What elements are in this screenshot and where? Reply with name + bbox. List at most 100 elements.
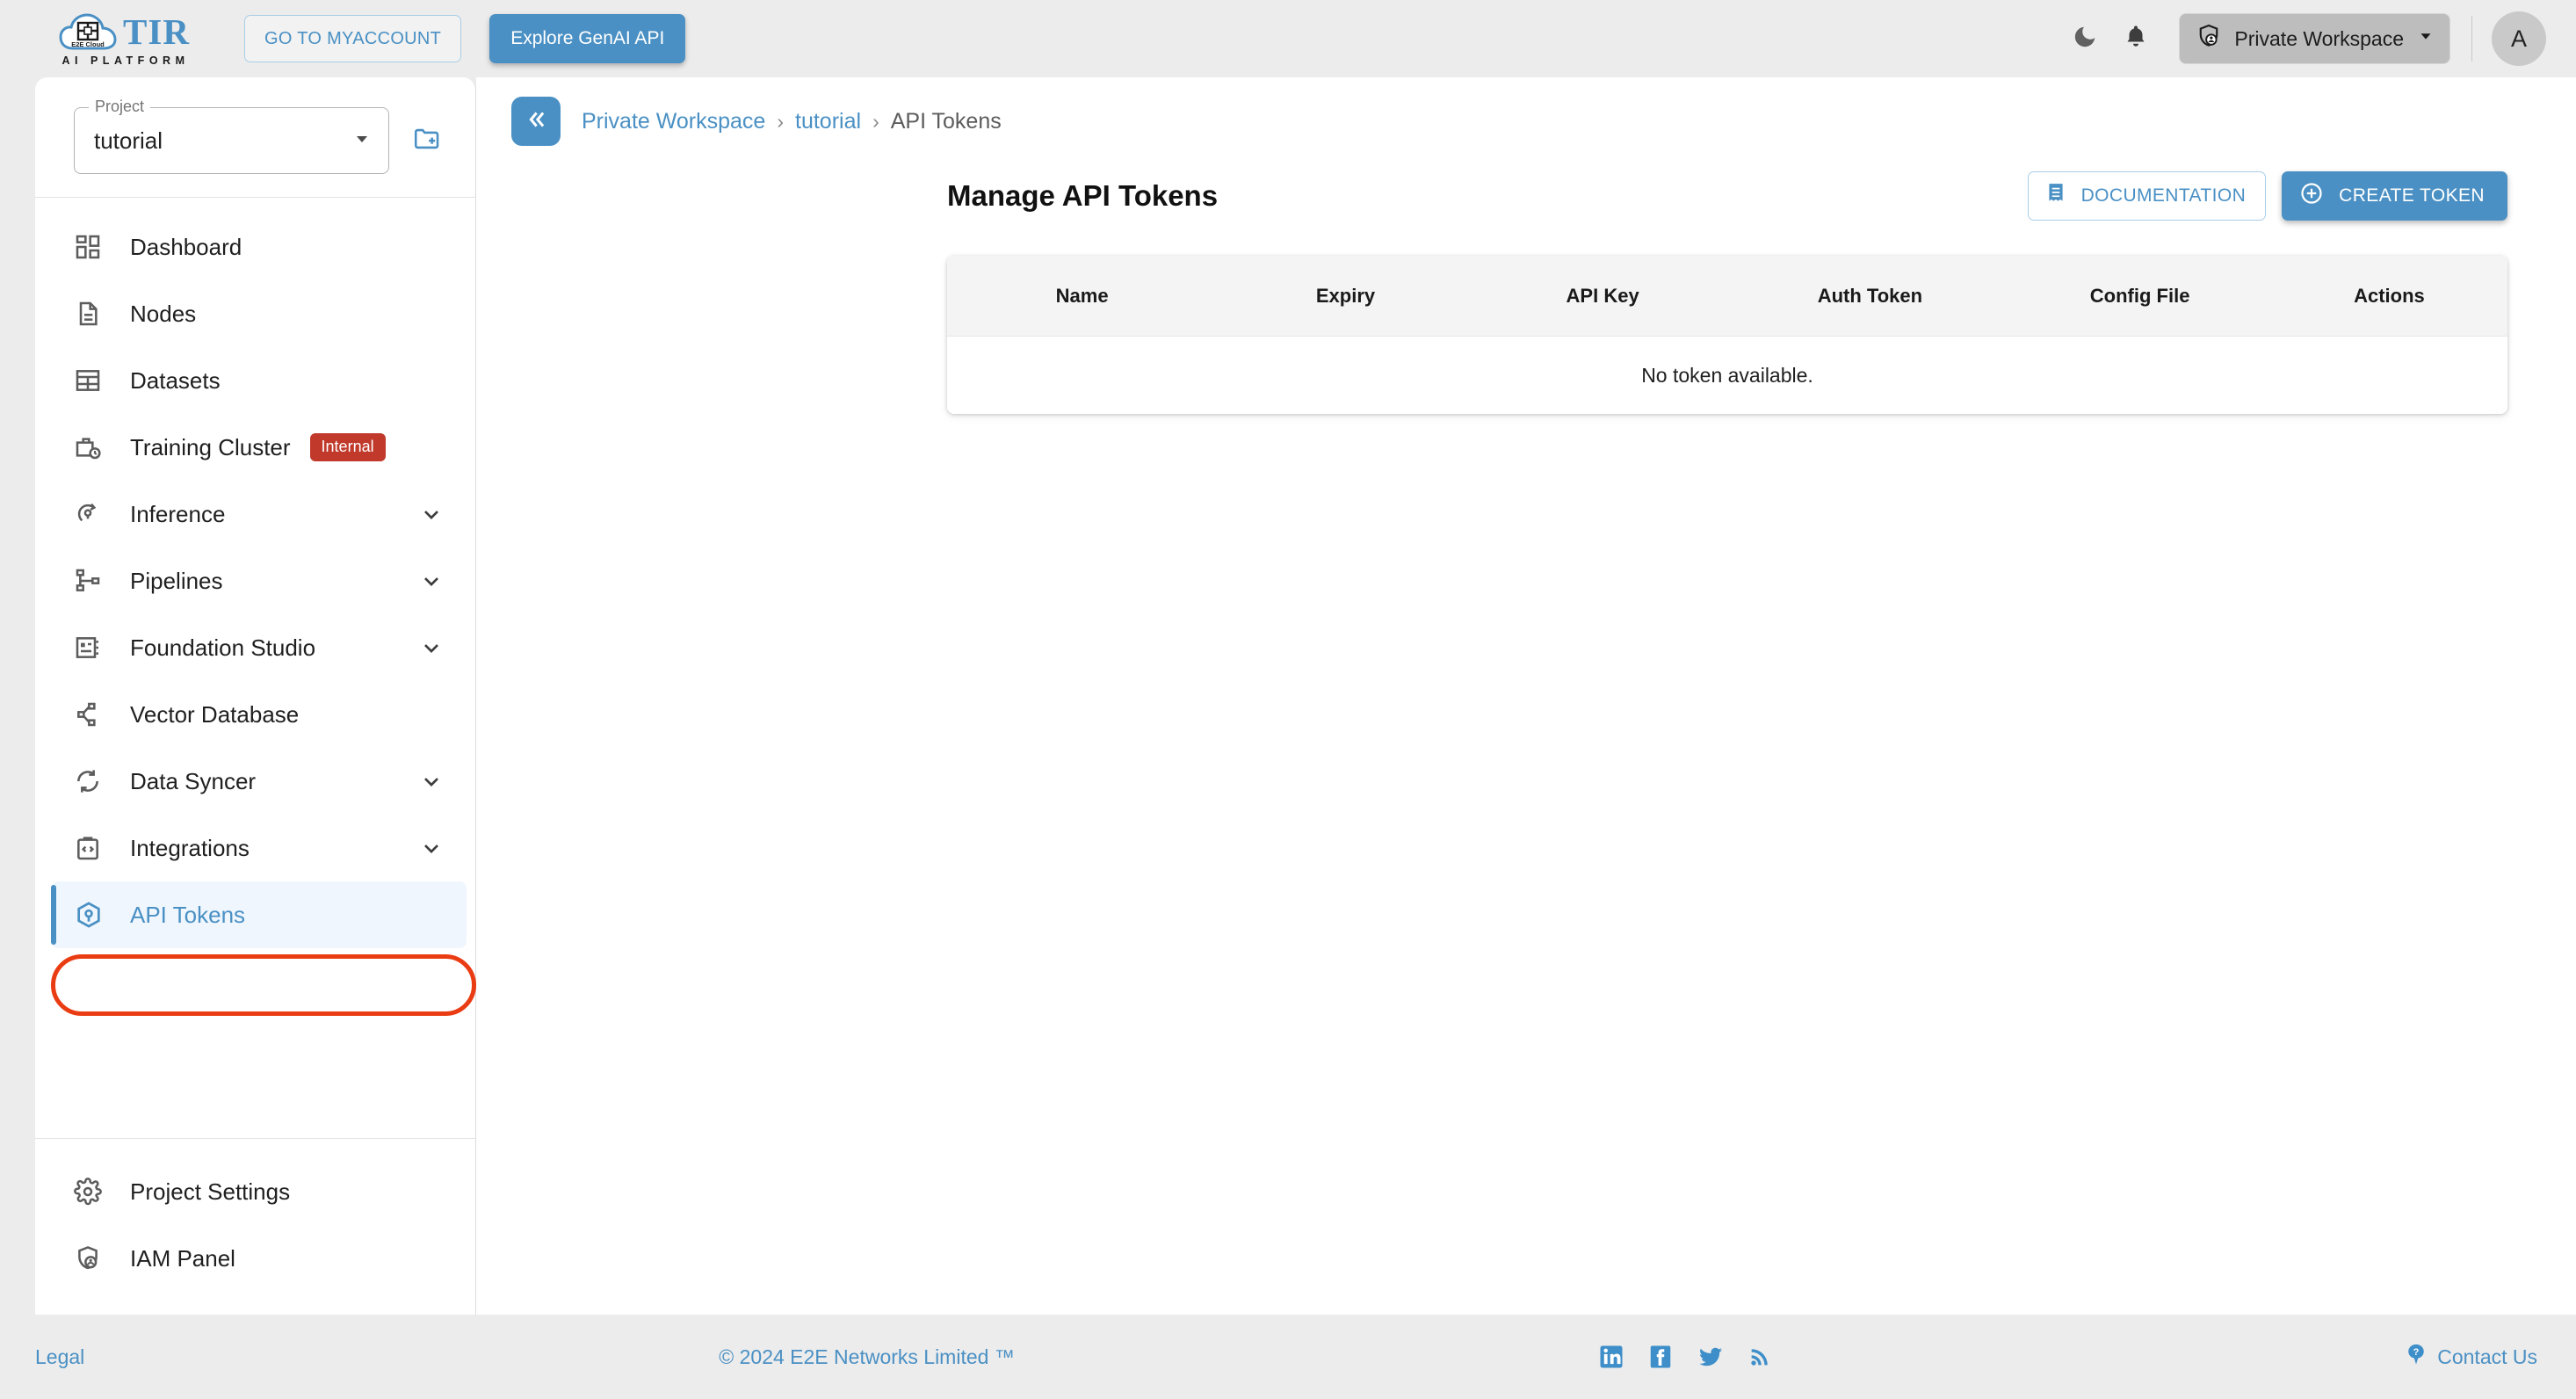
facebook-icon[interactable] xyxy=(1647,1344,1674,1370)
sidebar-item-data-syncer[interactable]: Data Syncer xyxy=(35,748,475,815)
dashboard-grid-icon xyxy=(74,233,114,261)
gear-icon xyxy=(74,1178,114,1206)
sidebar-item-dashboard[interactable]: Dashboard xyxy=(35,214,475,280)
collapse-sidebar-button[interactable] xyxy=(511,97,561,146)
column-header-config-file: Config File xyxy=(2089,284,2190,307)
inference-icon xyxy=(74,500,114,528)
documentation-label: DOCUMENTATION xyxy=(2080,185,2247,206)
new-folder-icon xyxy=(412,124,442,158)
contact-us-label: Contact Us xyxy=(2437,1345,2537,1368)
avatar-initial: A xyxy=(2510,25,2527,52)
breadcrumb-current: API Tokens xyxy=(890,109,1002,134)
chevron-down-icon xyxy=(2416,26,2435,51)
footer-social-links xyxy=(1598,1344,1772,1370)
sidebar-item-label: Training Cluster xyxy=(130,433,291,460)
logo-row: E2E Cloud TIR xyxy=(58,11,190,54)
new-project-button[interactable] xyxy=(412,124,442,158)
breadcrumb: Private Workspace › tutorial › API Token… xyxy=(476,77,2576,134)
page-header: Manage API Tokens DOCUMENTATION CREATE T… xyxy=(476,134,2576,221)
sidebar-item-inference[interactable]: Inference xyxy=(35,481,475,547)
sidebar-item-vector-database[interactable]: Vector Database xyxy=(35,681,475,748)
main-content: Private Workspace › tutorial › API Token… xyxy=(476,77,2576,1315)
receipt-icon xyxy=(2044,182,2067,210)
sidebar-item-training-cluster[interactable]: Training Cluster Internal xyxy=(35,414,475,481)
dark-mode-toggle[interactable] xyxy=(2059,13,2110,64)
sidebar-item-label: Vector Database xyxy=(130,700,300,728)
app-root: E2E Cloud TIR AI PLATFORM GO TO MYACCOUN… xyxy=(0,0,2576,1399)
explore-genai-api-button[interactable]: Explore GenAI API xyxy=(489,14,686,63)
column-header-api-key: API Key xyxy=(1566,284,1639,307)
breadcrumb-workspace[interactable]: Private Workspace xyxy=(582,109,765,134)
footer-copyright: © 2024 E2E Networks Limited ™ xyxy=(719,1345,1015,1368)
body-area: Project tutorial Dashboard Nodes Dataset… xyxy=(0,77,2576,1315)
workspace-selector[interactable]: Private Workspace xyxy=(2179,13,2450,64)
twitter-icon[interactable] xyxy=(1697,1344,1725,1370)
tir-logo[interactable]: E2E Cloud TIR AI PLATFORM xyxy=(42,11,206,67)
create-token-button[interactable]: CREATE TOKEN xyxy=(2282,171,2507,221)
svg-text:?: ? xyxy=(2413,1347,2420,1358)
table-grid-icon xyxy=(74,366,114,395)
sidebar-nav: Dashboard Nodes Datasets Training Cluste… xyxy=(35,198,475,1138)
table-empty-state: No token available. xyxy=(947,337,2507,414)
api-tokens-table: Name Expiry API Key Auth Token Config Fi… xyxy=(947,256,2507,414)
sidebar-item-foundation-studio[interactable]: Foundation Studio xyxy=(35,614,475,681)
pipeline-icon xyxy=(74,567,114,595)
chevron-down-icon[interactable] xyxy=(419,635,444,660)
status-badge-internal: Internal xyxy=(309,433,386,461)
breadcrumb-separator: › xyxy=(777,110,785,133)
chevron-down-icon xyxy=(351,128,373,154)
sidebar-bottom-nav: Project Settings IAM Panel xyxy=(35,1138,475,1315)
shield-user-icon xyxy=(74,1244,114,1272)
chevron-down-icon[interactable] xyxy=(419,769,444,794)
column-header-expiry: Expiry xyxy=(1315,284,1376,307)
rss-icon[interactable] xyxy=(1747,1345,1772,1369)
sidebar-item-nodes[interactable]: Nodes xyxy=(35,280,475,347)
sidebar-item-label: Pipelines xyxy=(130,567,223,594)
go-to-myaccount-label: GO TO MYACCOUNT xyxy=(264,28,442,48)
code-clipboard-icon xyxy=(74,834,114,862)
sidebar-item-iam-panel[interactable]: IAM Panel xyxy=(35,1225,475,1292)
column-header-auth-token: Auth Token xyxy=(1817,284,1923,307)
sidebar-item-label: IAM Panel xyxy=(130,1244,235,1272)
chevron-double-left-icon xyxy=(523,106,549,137)
chevron-down-icon[interactable] xyxy=(419,502,444,526)
chevron-down-icon[interactable] xyxy=(419,836,444,860)
chevron-down-icon[interactable] xyxy=(419,569,444,593)
briefcase-clock-icon xyxy=(74,433,114,461)
notifications-button[interactable] xyxy=(2110,13,2161,64)
user-avatar[interactable]: A xyxy=(2492,11,2546,66)
sidebar-item-pipelines[interactable]: Pipelines xyxy=(35,547,475,614)
sidebar-item-label: Data Syncer xyxy=(130,767,257,794)
page-actions: DOCUMENTATION CREATE TOKEN xyxy=(2027,171,2507,221)
documentation-button[interactable]: DOCUMENTATION xyxy=(2027,171,2267,221)
sidebar-item-label: Project Settings xyxy=(130,1178,291,1205)
help-pin-icon: ? xyxy=(2404,1342,2428,1372)
sidebar-item-integrations[interactable]: Integrations xyxy=(35,815,475,881)
column-header-name: Name xyxy=(1055,284,1109,307)
linkedin-icon[interactable] xyxy=(1598,1344,1624,1370)
create-token-label: CREATE TOKEN xyxy=(2339,185,2485,206)
shield-user-icon xyxy=(2196,23,2222,54)
footer-legal-link[interactable]: Legal xyxy=(35,1345,84,1369)
moon-icon xyxy=(2072,24,2098,54)
workspace-label: Private Workspace xyxy=(2234,26,2404,50)
explore-genai-api-label: Explore GenAI API xyxy=(510,28,665,48)
project-select[interactable]: Project tutorial xyxy=(74,98,389,174)
plus-circle-icon xyxy=(2299,181,2324,211)
sidebar-item-label: Datasets xyxy=(130,366,221,394)
contact-us-link[interactable]: ? Contact Us xyxy=(2404,1342,2537,1372)
column-header-actions: Actions xyxy=(2354,284,2425,307)
topbar-divider xyxy=(2471,16,2472,62)
sidebar-item-api-tokens[interactable]: API Tokens xyxy=(51,881,467,948)
breadcrumb-project[interactable]: tutorial xyxy=(795,109,861,134)
sync-icon xyxy=(74,767,114,795)
sidebar-item-label: Nodes xyxy=(130,300,197,327)
sidebar-item-project-settings[interactable]: Project Settings xyxy=(35,1158,475,1225)
sidebar-item-datasets[interactable]: Datasets xyxy=(35,347,475,414)
sidebar-item-label: Foundation Studio xyxy=(130,634,316,661)
cloud-label: E2E Cloud xyxy=(71,40,105,48)
bell-icon xyxy=(2123,24,2149,54)
logo-subtitle: AI PLATFORM xyxy=(62,54,190,67)
topbar-right-group: Private Workspace A xyxy=(2059,11,2546,66)
go-to-myaccount-button[interactable]: GO TO MYACCOUNT xyxy=(244,15,462,62)
